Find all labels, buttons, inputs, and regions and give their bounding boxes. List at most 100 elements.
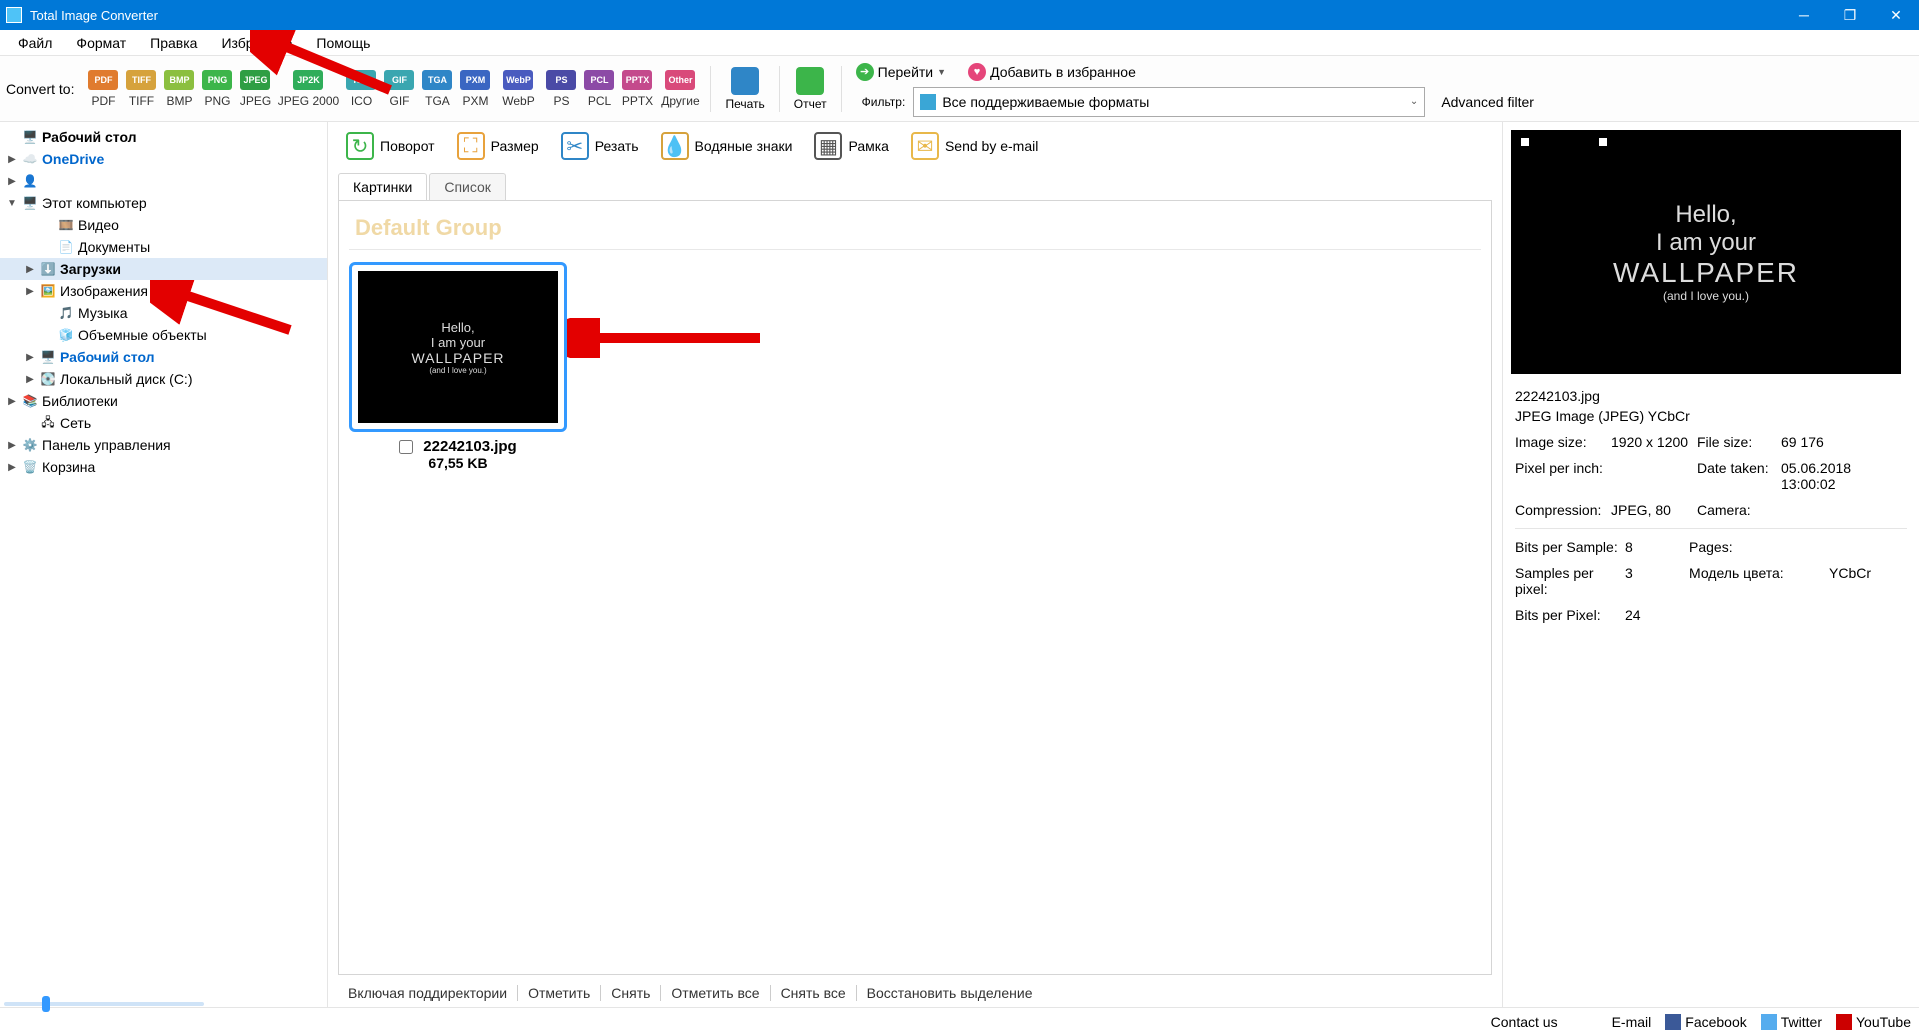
format-pcl[interactable]: PCLPCL bbox=[580, 70, 618, 108]
tree-item[interactable]: ▶👤 bbox=[0, 170, 327, 192]
format-gif[interactable]: GIFGIF bbox=[380, 70, 418, 108]
tree-item-label: Сеть bbox=[60, 415, 91, 431]
tree-item[interactable]: ▶⚙️Панель управления bbox=[0, 434, 327, 456]
format-png[interactable]: PNGPNG bbox=[198, 70, 236, 108]
thumbnail-area[interactable]: Default Group Hello, I am your WALLPAPER… bbox=[338, 200, 1492, 975]
tree-item[interactable]: ▶🖼️Изображения bbox=[0, 280, 327, 302]
tool-поворот[interactable]: ↻Поворот bbox=[340, 128, 441, 164]
tree-item[interactable]: ▶🗑️Корзина bbox=[0, 456, 327, 478]
print-button[interactable]: Печать bbox=[717, 67, 772, 111]
thumbnail-image: Hello, I am your WALLPAPER (and I love y… bbox=[358, 271, 558, 423]
menu-файл[interactable]: Файл bbox=[6, 32, 64, 54]
advanced-filter-link[interactable]: Advanced filter bbox=[1441, 94, 1534, 110]
tool-icon: ✂ bbox=[561, 132, 589, 160]
facebook-link[interactable]: Facebook bbox=[1665, 1014, 1746, 1030]
format-jpeg[interactable]: JPEGJPEG bbox=[236, 70, 274, 108]
add-favorite-button[interactable]: ♥ Добавить в избранное bbox=[964, 61, 1140, 83]
caret-right-icon[interactable]: ▶ bbox=[24, 286, 36, 297]
maximize-button[interactable]: ❐ bbox=[1827, 0, 1873, 30]
folder-icon: ⚙️ bbox=[22, 437, 38, 453]
details-cell: JPEG, 80 bbox=[1611, 502, 1697, 518]
tab-list[interactable]: Список bbox=[429, 173, 506, 200]
tree-item[interactable]: 🎞️Видео bbox=[0, 214, 327, 236]
format-pxm[interactable]: PXMPXM bbox=[456, 70, 494, 108]
format-jpeg2000[interactable]: JP2KJPEG 2000 bbox=[274, 70, 342, 108]
thumbnail-checkbox[interactable] bbox=[399, 440, 413, 454]
chevron-down-icon: ▼ bbox=[937, 67, 946, 77]
format-pdf[interactable]: PDFPDF bbox=[84, 70, 122, 108]
listbar-включая-поддиректории[interactable]: Включая поддиректории bbox=[338, 985, 518, 1001]
tree-item[interactable]: ▶☁️OneDrive bbox=[0, 148, 327, 170]
filter-select[interactable]: Все поддерживаемые форматы ⌄ bbox=[913, 87, 1425, 117]
close-button[interactable]: ✕ bbox=[1873, 0, 1919, 30]
listbar-снять[interactable]: Снять bbox=[601, 985, 661, 1001]
minimize-button[interactable]: ─ bbox=[1781, 0, 1827, 30]
tool-icon: 💧 bbox=[661, 132, 689, 160]
tree-item[interactable]: ▶⬇️Загрузки bbox=[0, 258, 327, 280]
tool-размер[interactable]: ⛶Размер bbox=[451, 128, 545, 164]
listbar-снять-все[interactable]: Снять все bbox=[771, 985, 857, 1001]
youtube-link[interactable]: YouTube bbox=[1836, 1014, 1911, 1030]
caret-right-icon[interactable]: ▶ bbox=[24, 374, 36, 385]
caret-right-icon[interactable]: ▶ bbox=[6, 176, 18, 187]
details-cell: 3 bbox=[1625, 565, 1689, 597]
tree-item[interactable]: 🎵Музыка bbox=[0, 302, 327, 324]
caret-right-icon[interactable]: ▶ bbox=[6, 154, 18, 165]
tree-item[interactable]: 🖧Сеть bbox=[0, 412, 327, 434]
contact-us-link[interactable]: Contact us bbox=[1491, 1014, 1558, 1030]
email-link[interactable]: E-mail bbox=[1612, 1014, 1652, 1030]
chevron-down-icon: ⌄ bbox=[1410, 96, 1418, 107]
tool-водяные-знаки[interactable]: 💧Водяные знаки bbox=[655, 128, 799, 164]
listbar-восстановить-выделение[interactable]: Восстановить выделение bbox=[857, 985, 1043, 1001]
tree-item[interactable]: ▶💽Локальный диск (C:) bbox=[0, 368, 327, 390]
tree-item-label: Локальный диск (C:) bbox=[60, 371, 193, 387]
menu-избранное[interactable]: Избранное bbox=[209, 32, 304, 54]
caret-right-icon[interactable]: ▶ bbox=[6, 440, 18, 451]
listbar-отметить[interactable]: Отметить bbox=[518, 985, 601, 1001]
details-cell bbox=[1611, 460, 1697, 492]
twitter-link[interactable]: Twitter bbox=[1761, 1014, 1822, 1030]
caret-down-icon[interactable]: ▼ bbox=[6, 198, 18, 209]
format-другие[interactable]: OtherДругие bbox=[656, 70, 704, 108]
thumbnail-item[interactable]: Hello, I am your WALLPAPER (and I love y… bbox=[349, 262, 567, 471]
tool-резать[interactable]: ✂Резать bbox=[555, 128, 645, 164]
tree-item[interactable]: ▼🖥️Этот компьютер bbox=[0, 192, 327, 214]
tree-item[interactable]: 🖥️Рабочий стол bbox=[0, 126, 327, 148]
tool-рамка[interactable]: ▦Рамка bbox=[808, 128, 895, 164]
tab-pictures[interactable]: Картинки bbox=[338, 173, 427, 200]
zoom-slider[interactable] bbox=[4, 1002, 204, 1006]
format-tga[interactable]: TGATGA bbox=[418, 70, 456, 108]
tree-item[interactable]: 🧊Объемные объекты bbox=[0, 324, 327, 346]
tree-item[interactable]: ▶🖥️Рабочий стол bbox=[0, 346, 327, 368]
tree-item-label: Изображения bbox=[60, 283, 148, 299]
caret-right-icon[interactable]: ▶ bbox=[6, 396, 18, 407]
folder-tree[interactable]: 🖥️Рабочий стол▶☁️OneDrive▶👤▼🖥️Этот компь… bbox=[0, 122, 328, 1007]
format-pptx[interactable]: PPTXPPTX bbox=[618, 70, 656, 108]
details-cell: Samples per pixel: bbox=[1515, 565, 1625, 597]
format-bmp[interactable]: BMPBMP bbox=[160, 70, 198, 108]
tool-icon: ⛶ bbox=[457, 132, 485, 160]
format-badge-icon: PDF bbox=[88, 70, 118, 90]
menu-формат[interactable]: Формат bbox=[64, 32, 138, 54]
app-icon bbox=[6, 7, 22, 23]
report-button[interactable]: Отчет bbox=[786, 67, 835, 111]
details-cell: 8 bbox=[1625, 539, 1689, 555]
folder-icon: 🎞️ bbox=[58, 217, 74, 233]
format-tiff[interactable]: TIFFTIFF bbox=[122, 70, 160, 108]
caret-right-icon[interactable]: ▶ bbox=[6, 462, 18, 473]
format-badge-icon: JP2K bbox=[293, 70, 323, 90]
format-badge-icon: TGA bbox=[422, 70, 452, 90]
tree-item[interactable]: 📄Документы bbox=[0, 236, 327, 258]
format-ico[interactable]: ICOICO bbox=[342, 70, 380, 108]
tree-item[interactable]: ▶📚Библиотеки bbox=[0, 390, 327, 412]
format-ps[interactable]: PSPS bbox=[542, 70, 580, 108]
menu-помощь[interactable]: Помощь bbox=[304, 32, 382, 54]
caret-right-icon[interactable]: ▶ bbox=[24, 352, 36, 363]
format-webp[interactable]: WebPWebP bbox=[494, 70, 542, 108]
caret-right-icon[interactable]: ▶ bbox=[24, 264, 36, 275]
listbar-отметить-все[interactable]: Отметить все bbox=[661, 985, 770, 1001]
menu-правка[interactable]: Правка bbox=[138, 32, 209, 54]
details-cell: 24 bbox=[1625, 607, 1689, 623]
tool-send-by-e-mail[interactable]: ✉Send by e-mail bbox=[905, 128, 1044, 164]
goto-button[interactable]: ➔ Перейти ▼ bbox=[852, 61, 950, 83]
